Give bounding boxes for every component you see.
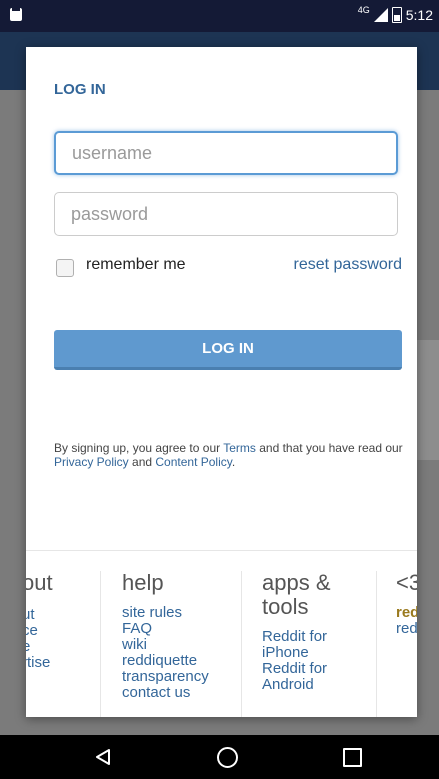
footer-col-about: out ut ce e rtise bbox=[26, 571, 53, 671]
dialog-title: LOG IN bbox=[54, 81, 106, 98]
signal-icon bbox=[373, 8, 388, 22]
network-type: 4G bbox=[357, 5, 370, 15]
clock: 5:12 bbox=[405, 7, 433, 23]
background-card bbox=[416, 340, 439, 460]
column-separator bbox=[241, 571, 242, 717]
back-icon[interactable] bbox=[95, 748, 111, 766]
terms-mid: and that you have read our bbox=[255, 441, 403, 455]
terms-text: By signing up, you agree to our Terms an… bbox=[54, 441, 404, 469]
battery-icon bbox=[391, 7, 402, 23]
footer-col-title: <3 bbox=[396, 570, 417, 595]
footer-link[interactable]: ce bbox=[26, 623, 53, 639]
footer-col-title: out bbox=[26, 570, 53, 595]
footer-col-love: <3 reddi reddi bbox=[396, 571, 417, 637]
remember-me-checkbox[interactable] bbox=[56, 259, 74, 277]
footer-link[interactable]: reddiquette bbox=[122, 653, 209, 669]
footer-link[interactable]: FAQ bbox=[122, 621, 209, 637]
terms-end: . bbox=[231, 455, 236, 469]
footer-col-apps: apps & tools Reddit for iPhone Reddit fo… bbox=[262, 571, 362, 693]
footer-link[interactable]: contact us bbox=[122, 685, 209, 701]
sd-card-icon bbox=[10, 8, 22, 21]
home-icon[interactable] bbox=[217, 747, 238, 768]
footer-link[interactable]: site rules bbox=[122, 605, 209, 621]
footer-link[interactable]: wiki bbox=[122, 637, 209, 653]
recent-apps-icon[interactable] bbox=[343, 748, 362, 767]
footer-link[interactable]: rtise bbox=[26, 655, 53, 671]
navigation-bar bbox=[0, 735, 439, 779]
footer-col-title-line1: apps & bbox=[262, 570, 331, 595]
terms-prefix: By signing up, you agree to our bbox=[54, 441, 224, 455]
column-separator bbox=[376, 571, 377, 717]
reset-password-link[interactable]: reset password bbox=[294, 256, 403, 274]
footer-col-help: help site rules FAQ wiki reddiquette tra… bbox=[122, 571, 209, 701]
footer-link[interactable]: reddi bbox=[396, 621, 417, 637]
footer-link[interactable]: Reddit for Android bbox=[262, 661, 362, 693]
password-input[interactable] bbox=[54, 192, 398, 236]
status-icons: 4G 5:12 bbox=[357, 5, 433, 23]
remember-me-label[interactable]: remember me bbox=[86, 256, 186, 274]
footer-col-title: help bbox=[122, 570, 164, 595]
terms-and: and bbox=[128, 455, 156, 469]
column-separator bbox=[100, 571, 101, 717]
footer-link[interactable]: transparency bbox=[122, 669, 209, 685]
privacy-policy-link[interactable]: Privacy Policy bbox=[54, 455, 129, 469]
footer-link[interactable]: ut bbox=[26, 607, 53, 623]
footer-link[interactable]: e bbox=[26, 639, 53, 655]
login-button[interactable]: LOG IN bbox=[54, 330, 402, 370]
terms-link[interactable]: Terms bbox=[223, 441, 256, 455]
footer-link[interactable]: Reddit for iPhone bbox=[262, 629, 362, 661]
content-policy-link[interactable]: Content Policy bbox=[155, 455, 231, 469]
username-input[interactable] bbox=[54, 131, 398, 175]
footer-link-gold[interactable]: reddi bbox=[396, 605, 417, 621]
login-dialog: LOG IN remember me reset password LOG IN… bbox=[26, 47, 417, 717]
status-bar: 4G 5:12 bbox=[0, 0, 439, 32]
footer-col-title-line2: tools bbox=[262, 594, 309, 619]
footer: out ut ce e rtise help site rules FAQ wi… bbox=[26, 551, 417, 717]
